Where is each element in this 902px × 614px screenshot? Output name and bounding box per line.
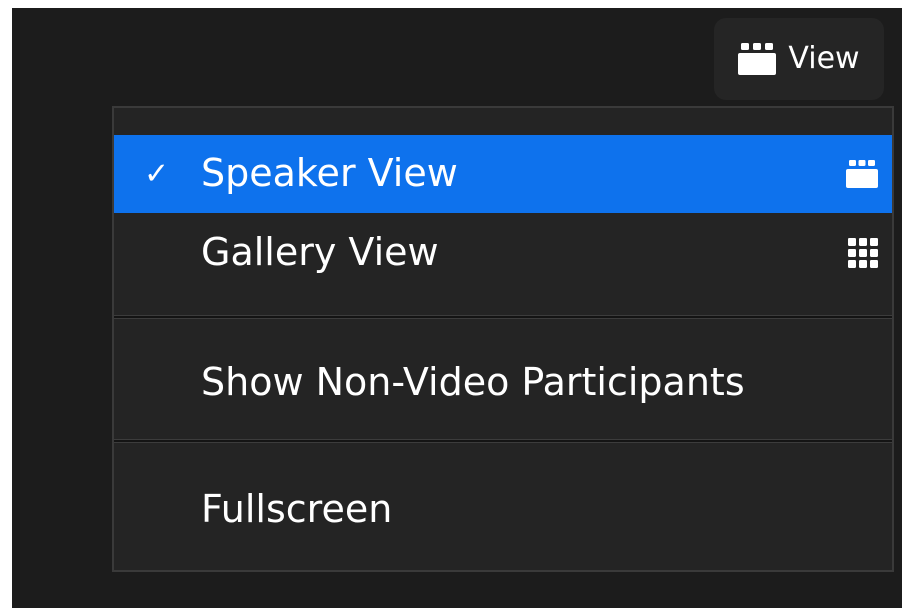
app-window: View ✓ Speaker View Gallery View Show No… [12, 8, 902, 608]
menu-item-label: Show Non-Video Participants [201, 360, 745, 405]
menu-item-speaker-view[interactable]: ✓ Speaker View [114, 135, 892, 213]
check-icon: ✓ [144, 156, 170, 192]
view-button[interactable]: View [714, 18, 884, 100]
menu-item-label: Gallery View [201, 230, 439, 275]
menu-divider [114, 315, 892, 319]
menu-item-label: Fullscreen [201, 487, 393, 532]
menu-item-gallery-view[interactable]: Gallery View [114, 213, 892, 293]
gallery-view-icon [848, 238, 878, 268]
view-button-label: View [788, 41, 860, 76]
speaker-view-icon [738, 43, 777, 75]
menu-item-show-non-video-participants[interactable]: Show Non-Video Participants [114, 344, 892, 422]
view-menu: ✓ Speaker View Gallery View Show Non-Vid… [112, 106, 894, 572]
menu-item-label: Speaker View [201, 151, 458, 196]
speaker-view-icon [846, 160, 878, 188]
menu-item-fullscreen[interactable]: Fullscreen [114, 470, 892, 550]
menu-divider [114, 439, 892, 443]
